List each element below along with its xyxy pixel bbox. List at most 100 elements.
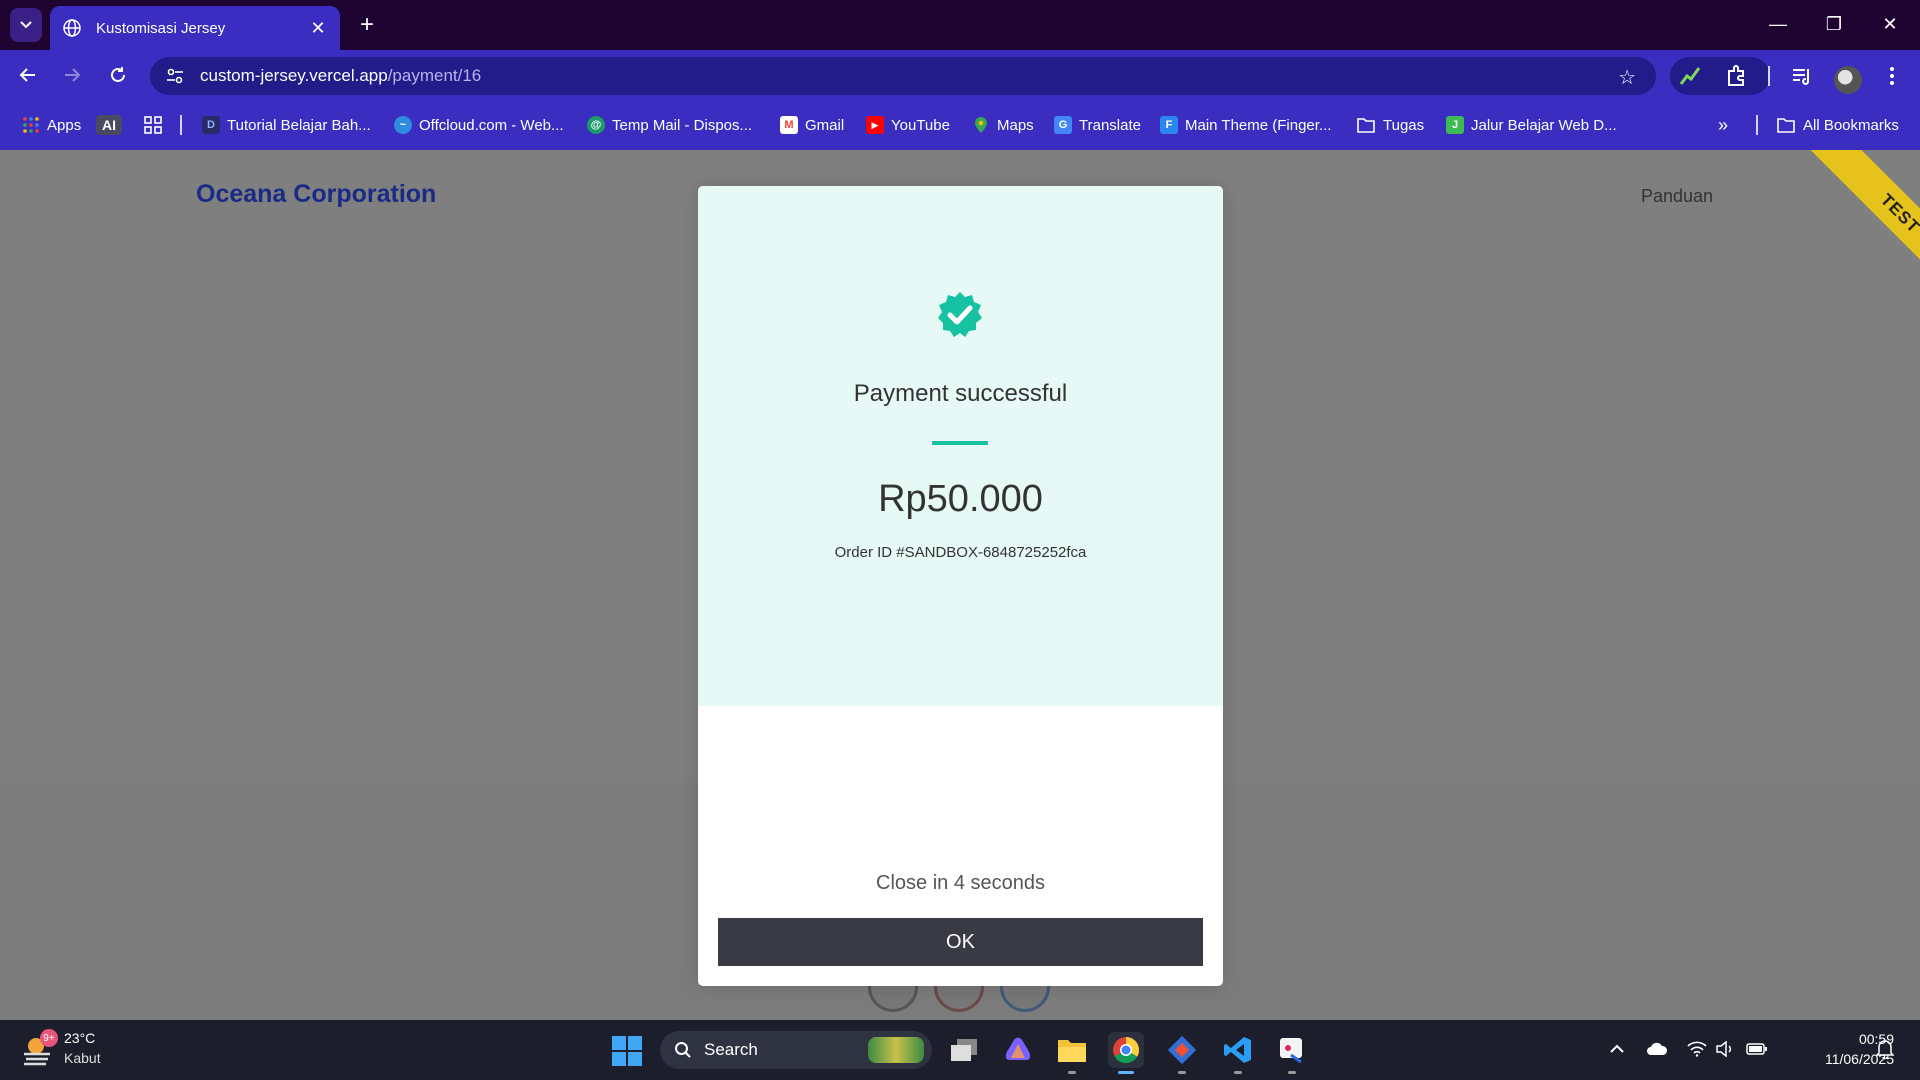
folder-icon	[1777, 118, 1795, 133]
bookmark-apps[interactable]: Apps	[22, 113, 81, 137]
running-indicator	[1234, 1071, 1242, 1074]
reload-icon	[111, 67, 125, 82]
payment-amount: Rp50.000	[878, 478, 1043, 520]
notification-bell-icon[interactable]	[1874, 1038, 1896, 1060]
bookmark-label: Gmail	[805, 116, 845, 134]
back-button[interactable]	[12, 59, 44, 91]
file-explorer-icon[interactable]	[1054, 1032, 1090, 1074]
puzzle-icon[interactable]	[1724, 64, 1748, 88]
tab-title: Kustomisasi Jersey	[96, 19, 226, 37]
test-ribbon: TEST	[1802, 150, 1920, 312]
extension-chart-icon[interactable]	[1678, 64, 1702, 88]
bookmark-gmail[interactable]: M Gmail	[780, 113, 844, 137]
browser-toolbar: custom-jersey.vercel.app/payment/16 ☆	[0, 50, 1920, 100]
task-view-icon[interactable]	[946, 1032, 982, 1068]
bookmarks-overflow-button[interactable]: »	[1718, 113, 1728, 137]
weather-alert-badge: 9+	[40, 1029, 58, 1047]
bookmark-ai[interactable]: AI	[96, 113, 122, 137]
git-tool-icon[interactable]	[1164, 1032, 1200, 1074]
arrow-left-icon	[19, 68, 35, 82]
vscode-icon[interactable]	[1220, 1032, 1256, 1074]
apps-grid-icon	[22, 116, 40, 134]
offcloud-icon: ~	[394, 116, 412, 134]
active-indicator	[1118, 1071, 1134, 1074]
speaker-icon[interactable]	[1714, 1038, 1736, 1060]
windows-taskbar: 9+ 23°C Kabut Search 00:59 11/06/2025	[0, 1020, 1920, 1080]
reload-button[interactable]	[102, 59, 134, 91]
more-vertical-icon[interactable]	[1880, 64, 1904, 88]
browser-tab-active[interactable]: Kustomisasi Jersey ✕	[50, 6, 340, 50]
bookmarks-separator	[1756, 115, 1758, 135]
gmail-icon: M	[780, 116, 798, 134]
modal-header-panel: Payment successful Rp50.000 Order ID #SA…	[698, 186, 1223, 706]
bookmark-tempmail[interactable]: @ Temp Mail - Dispos...	[587, 113, 752, 137]
bookmark-youtube[interactable]: ▶ YouTube	[866, 113, 950, 137]
bookmark-offcloud[interactable]: ~ Offcloud.com - Web...	[394, 113, 564, 137]
running-indicator	[1288, 1071, 1296, 1074]
chevron-up-icon[interactable]	[1606, 1038, 1628, 1060]
grid-icon	[144, 116, 162, 134]
chevron-double-right-icon: »	[1718, 114, 1729, 135]
tempmail-icon: @	[587, 116, 605, 134]
battery-icon[interactable]	[1746, 1038, 1768, 1060]
bookmark-label: Offcloud.com - Web...	[419, 116, 564, 134]
bookmark-star-icon[interactable]: ☆	[1618, 65, 1636, 90]
address-bar[interactable]: custom-jersey.vercel.app/payment/16 ☆	[150, 57, 1656, 95]
weather-temperature[interactable]: 23°C	[64, 1030, 95, 1046]
bookmark-label: Main Theme (Finger...	[1185, 116, 1332, 134]
new-tab-button[interactable]: +	[352, 10, 382, 40]
nav-link-panduan[interactable]: Panduan	[1641, 186, 1713, 207]
order-id: Order ID #SANDBOX-6848725252fca	[834, 544, 1087, 561]
site-favicon-icon: J	[1446, 116, 1464, 134]
forward-button[interactable]	[56, 59, 88, 91]
youtube-icon: ▶	[866, 116, 884, 134]
site-favicon-icon: D	[202, 116, 220, 134]
bookmark-label: Maps	[997, 116, 1034, 134]
bookmark-label: Temp Mail - Dispos...	[612, 116, 753, 134]
tab-close-icon[interactable]: ✕	[308, 18, 328, 39]
payment-status-title: Payment successful	[853, 380, 1068, 407]
payment-success-modal: Payment successful Rp50.000 Order ID #SA…	[698, 186, 1223, 986]
ok-button[interactable]: OK	[718, 918, 1203, 966]
maps-icon	[972, 116, 990, 134]
bookmark-label: Tutorial Belajar Bah...	[227, 116, 371, 134]
bookmark-main-theme[interactable]: F Main Theme (Finger...	[1160, 113, 1331, 137]
windows-start-icon[interactable]	[612, 1036, 642, 1066]
translate-icon: G	[1054, 116, 1072, 134]
wifi-icon[interactable]	[1686, 1038, 1708, 1060]
tab-search-button[interactable]	[10, 8, 42, 42]
all-bookmarks-button[interactable]: All Bookmarks	[1776, 113, 1899, 137]
bookmark-translate[interactable]: G Translate	[1054, 113, 1141, 137]
media-queue-icon[interactable]	[1790, 64, 1814, 88]
snipping-tool-icon[interactable]	[1274, 1032, 1310, 1074]
brand-logo[interactable]: Oceana Corporation	[196, 180, 436, 209]
bookmark-maps[interactable]: Maps	[972, 113, 1034, 137]
chevron-down-icon	[20, 21, 32, 29]
onedrive-cloud-icon[interactable]	[1646, 1038, 1668, 1060]
bookmarks-separator	[180, 115, 182, 135]
url-path: /payment/16	[387, 66, 482, 85]
running-indicator	[1178, 1071, 1186, 1074]
bookmark-label: YouTube	[891, 116, 950, 134]
url-host: custom-jersey.vercel.app	[200, 66, 388, 85]
copilot-icon[interactable]	[1000, 1032, 1036, 1068]
bookmark-tugas[interactable]: Tugas	[1356, 113, 1424, 137]
chrome-icon[interactable]	[1108, 1032, 1144, 1074]
bookmark-label: Translate	[1079, 116, 1141, 134]
bookmark-jalur[interactable]: J Jalur Belajar Web D...	[1446, 113, 1617, 137]
bookmark-label: Apps	[47, 116, 82, 134]
minimize-button[interactable]: —	[1758, 8, 1798, 40]
restore-button[interactable]: ❐	[1814, 8, 1854, 40]
site-settings-icon[interactable]	[164, 65, 186, 87]
verified-check-icon	[938, 292, 982, 337]
taskbar-search[interactable]: Search	[660, 1031, 932, 1069]
weather-description[interactable]: Kabut	[64, 1050, 101, 1066]
toolbar-separator	[1768, 66, 1770, 86]
bookmark-tutorial[interactable]: D Tutorial Belajar Bah...	[202, 113, 371, 137]
bookmark-grid[interactable]	[143, 113, 163, 137]
title-divider	[932, 441, 988, 445]
browser-titlebar: Kustomisasi Jersey ✕ + — ❐ ✕	[0, 0, 1920, 50]
close-window-button[interactable]: ✕	[1870, 8, 1910, 40]
profile-avatar[interactable]	[1834, 66, 1862, 94]
arrow-right-icon	[65, 68, 81, 82]
